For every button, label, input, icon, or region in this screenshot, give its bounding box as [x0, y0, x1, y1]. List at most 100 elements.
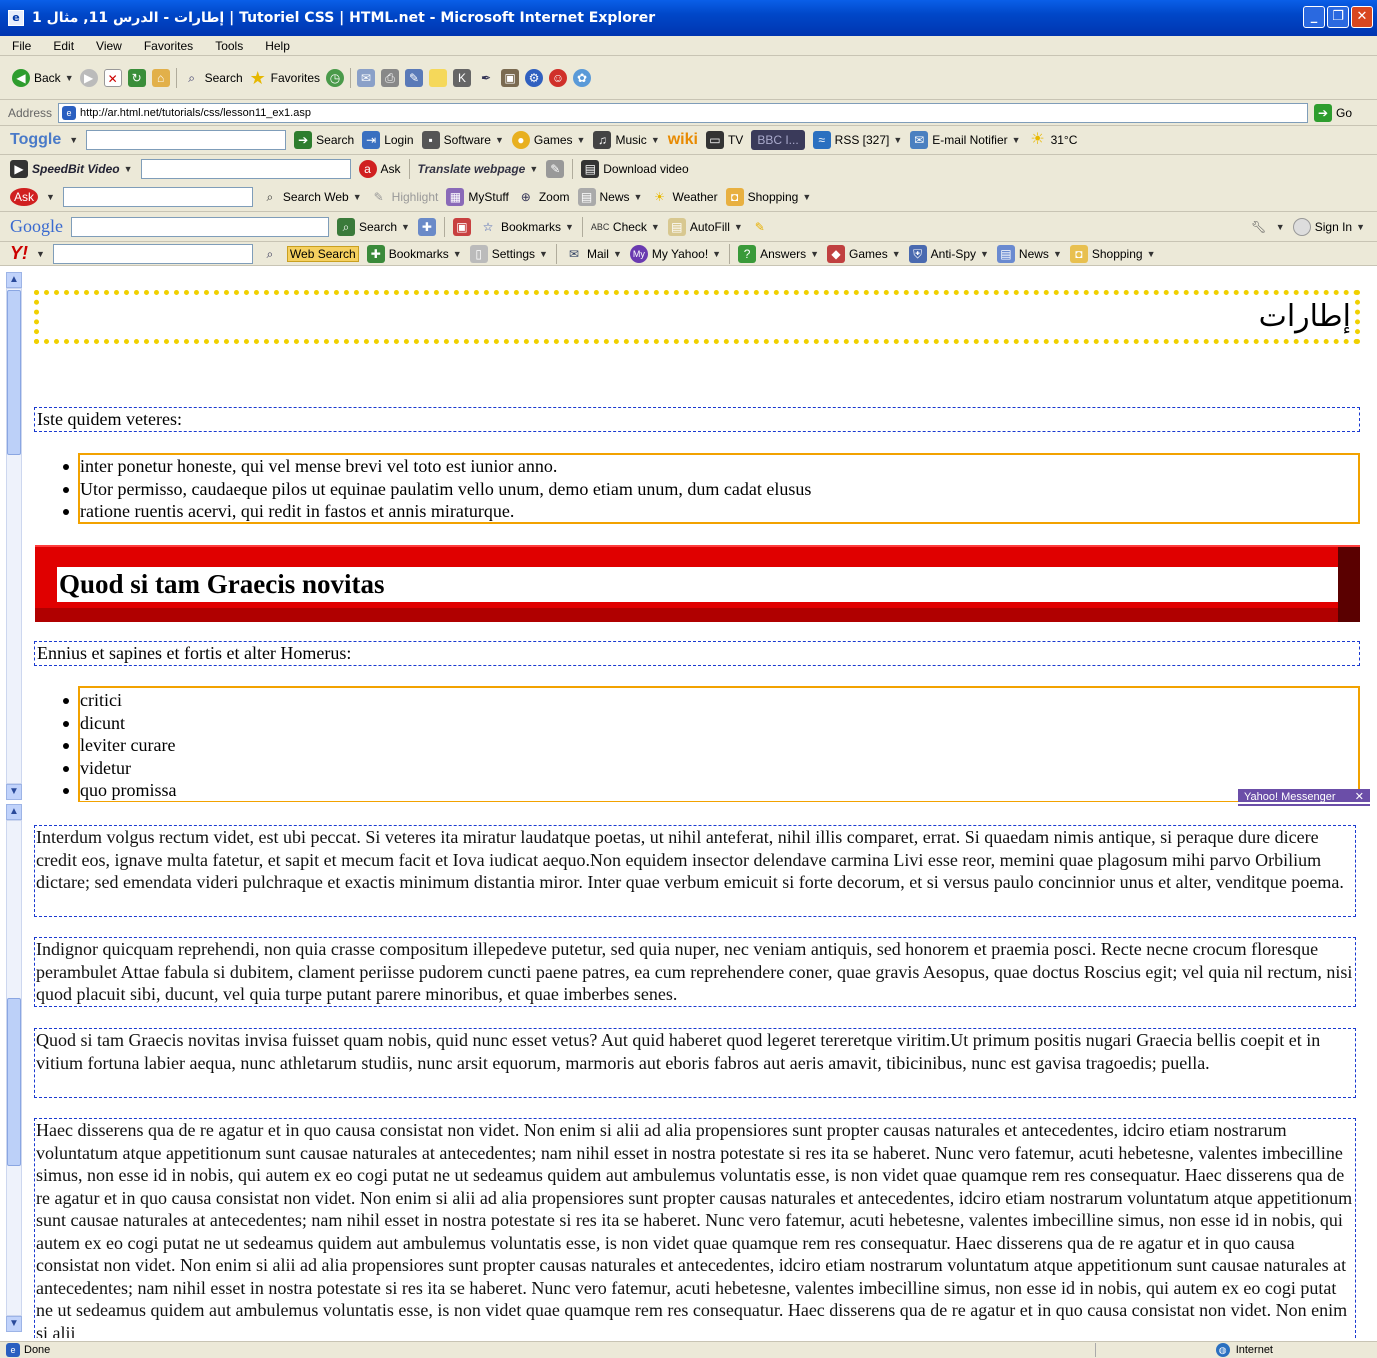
home-icon[interactable]: ⌂ [151, 68, 170, 87]
search-web-button[interactable]: ⌕ Search Web ▼ [261, 188, 362, 206]
email-notifier-button[interactable]: ✉ E-mail Notifier ▼ [910, 131, 1021, 149]
my-yahoo-button[interactable]: My My Yahoo! ▼ [629, 244, 721, 263]
menu-view[interactable]: View [96, 39, 122, 53]
print-icon[interactable]: ⎙ [381, 68, 399, 87]
music-button[interactable]: ♫ Music ▼ [593, 131, 660, 149]
ask-logo-icon[interactable]: Ask [10, 188, 38, 206]
yahoo-shopping-button[interactable]: ◘ Shopping ▼ [1069, 244, 1156, 263]
yahoo-search-input[interactable] [52, 243, 253, 264]
buddies-icon[interactable]: ✿ [573, 68, 591, 87]
tv-button[interactable]: ▭ TV [705, 131, 744, 149]
yahoo-mail-button[interactable]: ✉ Mail ▼ [565, 245, 622, 263]
toggle-brand[interactable]: Toggle [10, 131, 61, 149]
edit-icon[interactable]: ✎ [405, 68, 423, 87]
refresh-icon[interactable]: ↻ [127, 68, 146, 87]
popup-blocker-icon[interactable]: ▣ [452, 217, 471, 236]
puzzle-icon[interactable]: ✚ [417, 217, 436, 236]
menu-tools[interactable]: Tools [215, 39, 243, 53]
address-input[interactable]: e http://ar.html.net/tutorials/css/lesso… [58, 102, 1309, 123]
yahoo-bookmarks-label: Bookmarks [388, 246, 449, 261]
minimize-button[interactable]: _ [1303, 6, 1325, 28]
weather-widget[interactable]: ☀ 31°C [1029, 131, 1077, 149]
tv-label: TV [727, 133, 744, 147]
back-button[interactable]: ◀ Back ▼ [12, 68, 74, 87]
wiki-button[interactable]: wiki [668, 131, 698, 149]
toggle-search-button[interactable]: ➔ Search [294, 131, 354, 149]
zoom-button[interactable]: ⊕ Zoom [517, 188, 570, 206]
scroll-down-button[interactable]: ▼ [6, 784, 22, 800]
menu-edit[interactable]: Edit [53, 39, 74, 53]
google-search-input[interactable] [71, 216, 329, 237]
mystuff-button[interactable]: ▦ MyStuff [446, 188, 509, 206]
messenger-icon[interactable]: ☺ [549, 68, 567, 87]
google-logo[interactable]: Google [10, 216, 63, 237]
scroll-up-button[interactable]: ▲ [6, 272, 22, 288]
ask-toolbar: Ask ▼ ⌕ Search Web ▼ ✎ Highlight ▦ MyStuff ⊕ Z… [0, 183, 1377, 212]
scroll-down-button-2[interactable]: ▼ [6, 1316, 22, 1332]
spellcheck-button[interactable]: ABC Check ▼ [591, 218, 660, 236]
status-bar: e Done ◍ Internet [0, 1341, 1377, 1358]
scroll-up-button-2[interactable]: ▲ [6, 804, 22, 820]
autofill-button[interactable]: ▤ AutoFill ▼ [667, 217, 743, 236]
answers-button[interactable]: ? Answers ▼ [738, 244, 819, 263]
mystuff-icon: ▦ [446, 188, 465, 206]
google-search-button[interactable]: ⌕ Search ▼ [337, 217, 410, 236]
menu-help[interactable]: Help [265, 39, 290, 53]
google-search-icon: ⌕ [337, 217, 355, 236]
weather-button[interactable]: ☀ Weather [650, 188, 718, 206]
translate-button[interactable]: Translate webpage ▼ [418, 162, 539, 176]
scrollbar-thumb-bottom[interactable] [7, 998, 21, 1166]
list-item: ratione ruentis acervi, qui redit in fas… [63, 500, 1358, 523]
settings-button[interactable]: ▯ Settings ▼ [469, 244, 548, 263]
download-video-button[interactable]: ▤ Download video [581, 160, 689, 178]
google-signin-button[interactable]: Sign In ▼ [1292, 217, 1365, 236]
close-button[interactable]: ✕ [1351, 6, 1373, 28]
ask-search-input[interactable] [62, 187, 253, 207]
login-button[interactable]: ⇥ Login [362, 131, 414, 149]
news-button[interactable]: ▤ News ▼ [577, 188, 642, 206]
highlighter-pen-icon[interactable]: ✎ [751, 218, 769, 236]
yahoo-games-button[interactable]: ◆ Games ▼ [827, 244, 901, 263]
tuner-widget[interactable]: BBC I... [751, 130, 805, 150]
screenshot-divider [0, 802, 1377, 804]
intro-text-2: Ennius et sapines et fortis et alter Hom… [37, 643, 352, 663]
games-button[interactable]: ● Games ▼ [511, 131, 585, 149]
highlighter-icon[interactable]: ✎ [546, 160, 565, 178]
yahoo-bookmarks-button[interactable]: ✚ Bookmarks ▼ [366, 244, 462, 263]
antispy-button[interactable]: ⛨ Anti-Spy ▼ [908, 244, 989, 263]
menu-file[interactable]: File [12, 39, 31, 53]
speedbit-brand[interactable]: ▶ SpeedBit Video ▼ [10, 160, 133, 178]
search-button[interactable]: ⌕ Search [183, 69, 242, 87]
settings-icon[interactable]: ⚙ [525, 68, 543, 87]
page-heading-arabic: إطارات [1258, 299, 1351, 334]
favorites-button[interactable]: ★ Favorites [249, 69, 320, 87]
menu-favorites[interactable]: Favorites [144, 39, 193, 53]
pen-icon[interactable]: ✒ [477, 69, 495, 87]
shopping-button[interactable]: ◘ Shopping ▼ [725, 188, 811, 206]
note-icon[interactable] [429, 68, 447, 87]
speedbit-search-input[interactable] [140, 159, 351, 179]
photo-icon[interactable]: ▣ [501, 68, 519, 87]
shopping-label: Shopping [747, 190, 799, 204]
forward-arrow-icon[interactable]: ▶ [79, 68, 98, 87]
stop-icon[interactable]: ✕ [103, 68, 122, 87]
highlight-label: Highlight [391, 190, 439, 204]
wrench-icon[interactable]: 🔧︎ [1250, 218, 1268, 236]
yahoo-search-icon[interactable]: ⌕ [261, 245, 279, 263]
ask-button[interactable]: a Ask [358, 160, 401, 178]
rss-button[interactable]: ≈ RSS [327] ▼ [812, 131, 902, 149]
yahoo-news-button[interactable]: ▤ News ▼ [996, 244, 1062, 263]
scrollbar-thumb-top[interactable] [7, 290, 21, 455]
go-button[interactable]: ➔ Go [1314, 103, 1352, 122]
highlight-button[interactable]: ✎ Highlight [370, 188, 439, 206]
toggle-search-input[interactable] [86, 130, 287, 150]
google-bookmarks-button[interactable]: ☆ Bookmarks ▼ [479, 218, 574, 236]
software-button[interactable]: ▪ Software ▼ [421, 131, 504, 149]
history-icon[interactable]: ◷ [326, 68, 344, 87]
list-item: Utor permisso, caudaeque pilos ut equina… [63, 478, 1358, 501]
mail-icon[interactable]: ✉ [357, 68, 375, 87]
yahoo-logo[interactable]: Y! [10, 243, 28, 264]
maximize-button[interactable]: ❐ [1327, 6, 1349, 28]
k-icon[interactable]: K [453, 68, 471, 87]
web-search-button[interactable]: Web Search [286, 245, 359, 262]
